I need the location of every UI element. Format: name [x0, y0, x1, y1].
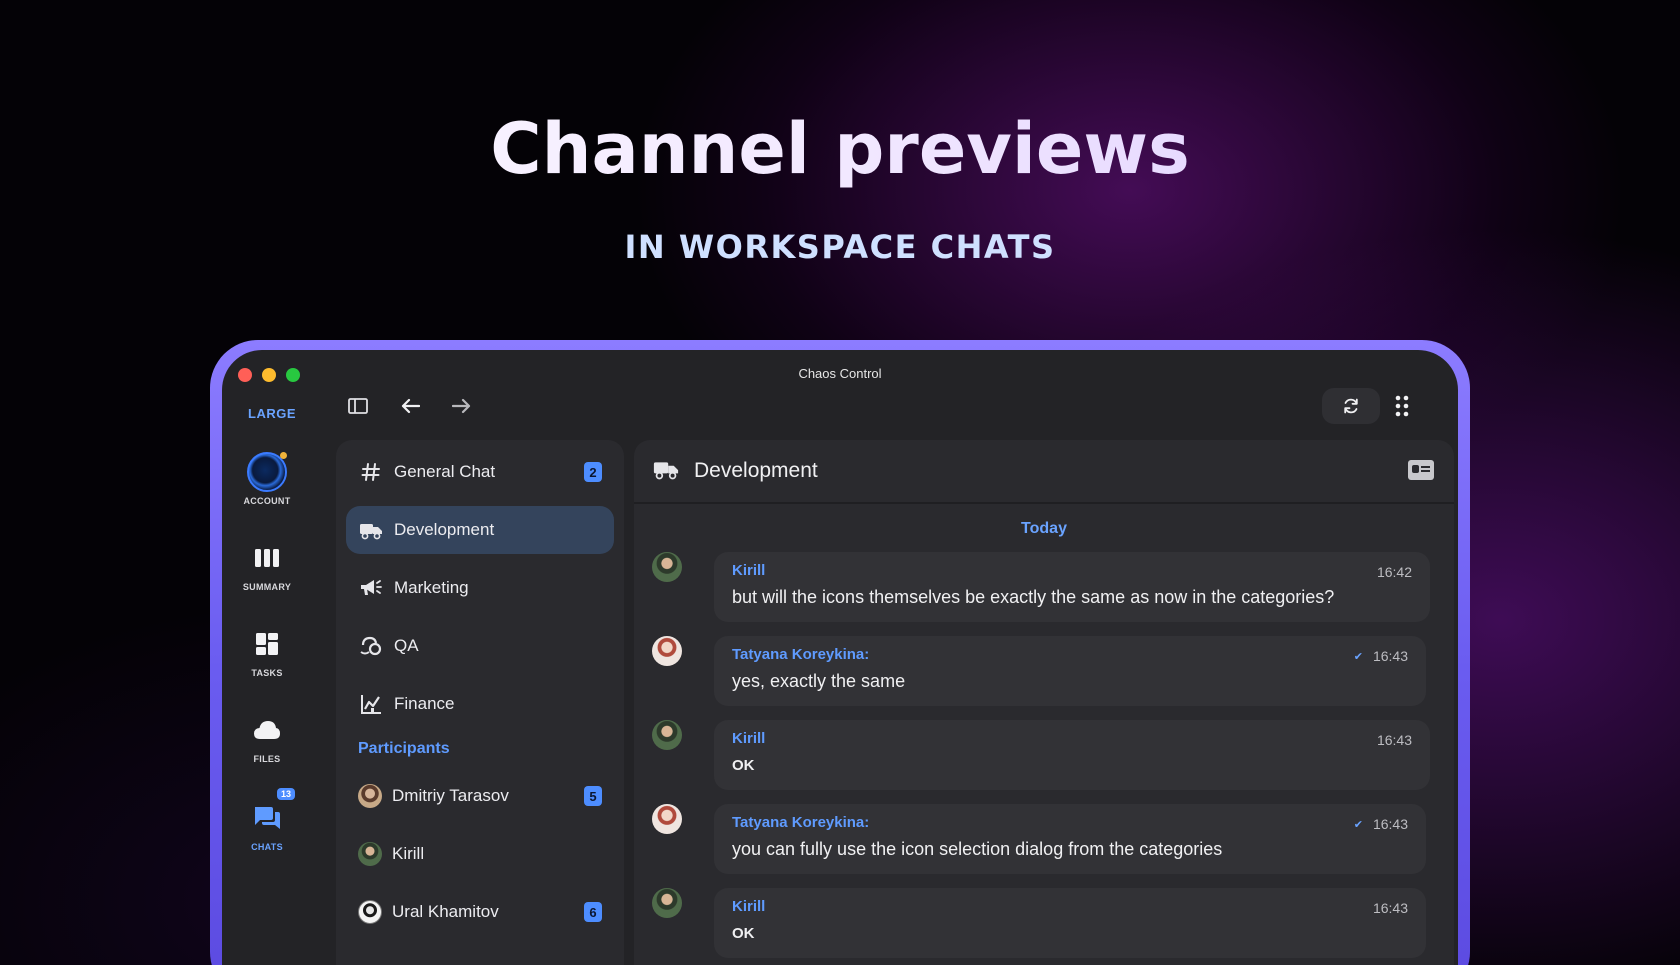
columns-icon [247, 538, 287, 578]
rail-item-chats[interactable]: 13 CHATS [222, 788, 312, 852]
message-time: 16:43 [1372, 900, 1408, 916]
channel-list-panel: General Chat 2 Development Marketing QA [336, 440, 624, 965]
message-author: Kirill [732, 730, 766, 747]
size-toggle[interactable]: LARGE [248, 406, 296, 421]
channel-item-finance[interactable]: Finance [346, 680, 614, 728]
sync-button[interactable] [1322, 388, 1380, 424]
avatar [358, 784, 382, 808]
avatar [358, 842, 382, 866]
hash-icon [358, 459, 384, 485]
channel-name: Marketing [394, 578, 469, 597]
channel-item-development[interactable]: Development [346, 506, 614, 554]
message-bubble[interactable]: Kirill 16:43 OK [714, 888, 1426, 958]
avatar [358, 900, 382, 924]
message-time: 16:42 [1376, 564, 1412, 580]
grid-dots-icon [1395, 395, 1409, 417]
unread-badge: 2 [584, 462, 602, 482]
channel-name: Finance [394, 694, 455, 713]
megaphone-icon [358, 575, 384, 601]
message-bubble[interactable]: Kirill 16:43 OK [714, 720, 1430, 790]
truck-icon [358, 517, 384, 543]
message-time: 16:43 [1376, 732, 1412, 748]
rail-item-files[interactable]: FILES [222, 710, 312, 764]
chat-panel: Development Today Kirill 16:42 but will … [634, 440, 1454, 965]
chat-header: Development [634, 440, 1454, 504]
unread-badge: 6 [584, 902, 602, 922]
chat-title: Development [694, 459, 818, 482]
message-text: OK [732, 925, 755, 942]
message-author: Kirill [732, 898, 766, 915]
truck-icon [652, 458, 680, 485]
refresh-icon [1344, 398, 1358, 414]
avatar [652, 804, 682, 834]
avatar [652, 888, 682, 918]
chart-icon [358, 691, 384, 717]
forward-button[interactable] [446, 390, 478, 422]
rail-label-summary: SUMMARY [242, 582, 292, 592]
message-time: ✔ 16:43 [1353, 648, 1408, 664]
message-time: ✔ 16:43 [1353, 816, 1408, 832]
left-rail: LARGE ACCOUNT SUMMARY TASKS FILES 13 CHA… [222, 390, 312, 965]
channel-item-general-chat[interactable]: General Chat 2 [346, 448, 614, 496]
read-check-icon: ✔ [1353, 650, 1363, 663]
message-bubble[interactable]: Tatyana Koreykina: ✔ 16:43 yes, exactly t… [714, 636, 1426, 706]
window-title: Chaos Control [798, 366, 882, 381]
rail-item-summary[interactable]: SUMMARY [222, 538, 312, 592]
message-text: OK [732, 757, 755, 774]
arrow-right-icon [452, 398, 471, 414]
sidebar-toggle-button[interactable] [342, 390, 374, 422]
account-avatar-icon [247, 452, 287, 492]
device-frame: Chaos Control LARGE ACCOUNT SUMMARY TASK… [210, 340, 1470, 965]
participant-name: Kirill [392, 844, 425, 863]
headline: Channel previews [0, 108, 1680, 190]
channel-item-qa[interactable]: QA [346, 622, 614, 670]
participant-name: Dmitriy Tarasov [392, 786, 509, 805]
read-check-icon: ✔ [1353, 818, 1363, 831]
unread-badge: 5 [584, 786, 602, 806]
message-text: you can fully use the icon selection dia… [732, 839, 1223, 859]
participants-section-title: Participants [358, 740, 450, 757]
arrow-left-icon [401, 398, 420, 414]
rail-label-account: ACCOUNT [243, 496, 291, 506]
chats-unread-badge: 13 [276, 788, 295, 800]
apps-menu-button[interactable] [1386, 390, 1418, 422]
channel-name: General Chat [394, 462, 496, 481]
participant-item-ural[interactable]: Ural Khamitov 6 [346, 888, 614, 936]
rail-label-chats: CHATS [251, 842, 283, 852]
participant-item-dmitriy[interactable]: Dmitriy Tarasov 5 [346, 772, 614, 820]
sidebar-toggle-icon [348, 398, 368, 414]
participant-name: Ural Khamitov [392, 902, 499, 921]
message-bubble[interactable]: Kirill 16:42 but will the icons themselv… [714, 552, 1430, 622]
subheadline: IN WORKSPACE CHATS [624, 228, 1056, 266]
message-text: but will the icons themselves be exactly… [732, 587, 1335, 607]
channel-name: QA [394, 636, 419, 655]
rail-label-tasks: TASKS [251, 668, 283, 678]
message-author: Kirill [732, 562, 766, 579]
back-button[interactable] [394, 390, 426, 422]
cloud-icon [247, 710, 287, 750]
participant-item-kirill[interactable]: Kirill [346, 830, 614, 878]
rail-label-files: FILES [253, 754, 281, 764]
message-author: Tatyana Koreykina: [732, 646, 870, 663]
app-window: Chaos Control LARGE ACCOUNT SUMMARY TASK… [222, 350, 1458, 965]
rail-item-tasks[interactable]: TASKS [222, 624, 312, 678]
message-bubble[interactable]: Tatyana Koreykina: ✔ 16:43 you can fully … [714, 804, 1426, 874]
contact-card-icon[interactable] [1408, 460, 1434, 480]
avatar [652, 636, 682, 666]
avatar [652, 720, 682, 750]
rail-item-account[interactable]: ACCOUNT [222, 452, 312, 506]
message-text: yes, exactly the same [732, 671, 906, 691]
chat-bubbles-icon: 13 [247, 788, 295, 838]
channel-name: Development [394, 520, 495, 539]
message-author: Tatyana Koreykina: [732, 814, 870, 831]
day-separator: Today [1021, 520, 1067, 537]
avatar [652, 552, 682, 582]
dashboard-icon [247, 624, 287, 664]
bug-icon [358, 633, 384, 659]
channel-item-marketing[interactable]: Marketing [346, 564, 614, 612]
